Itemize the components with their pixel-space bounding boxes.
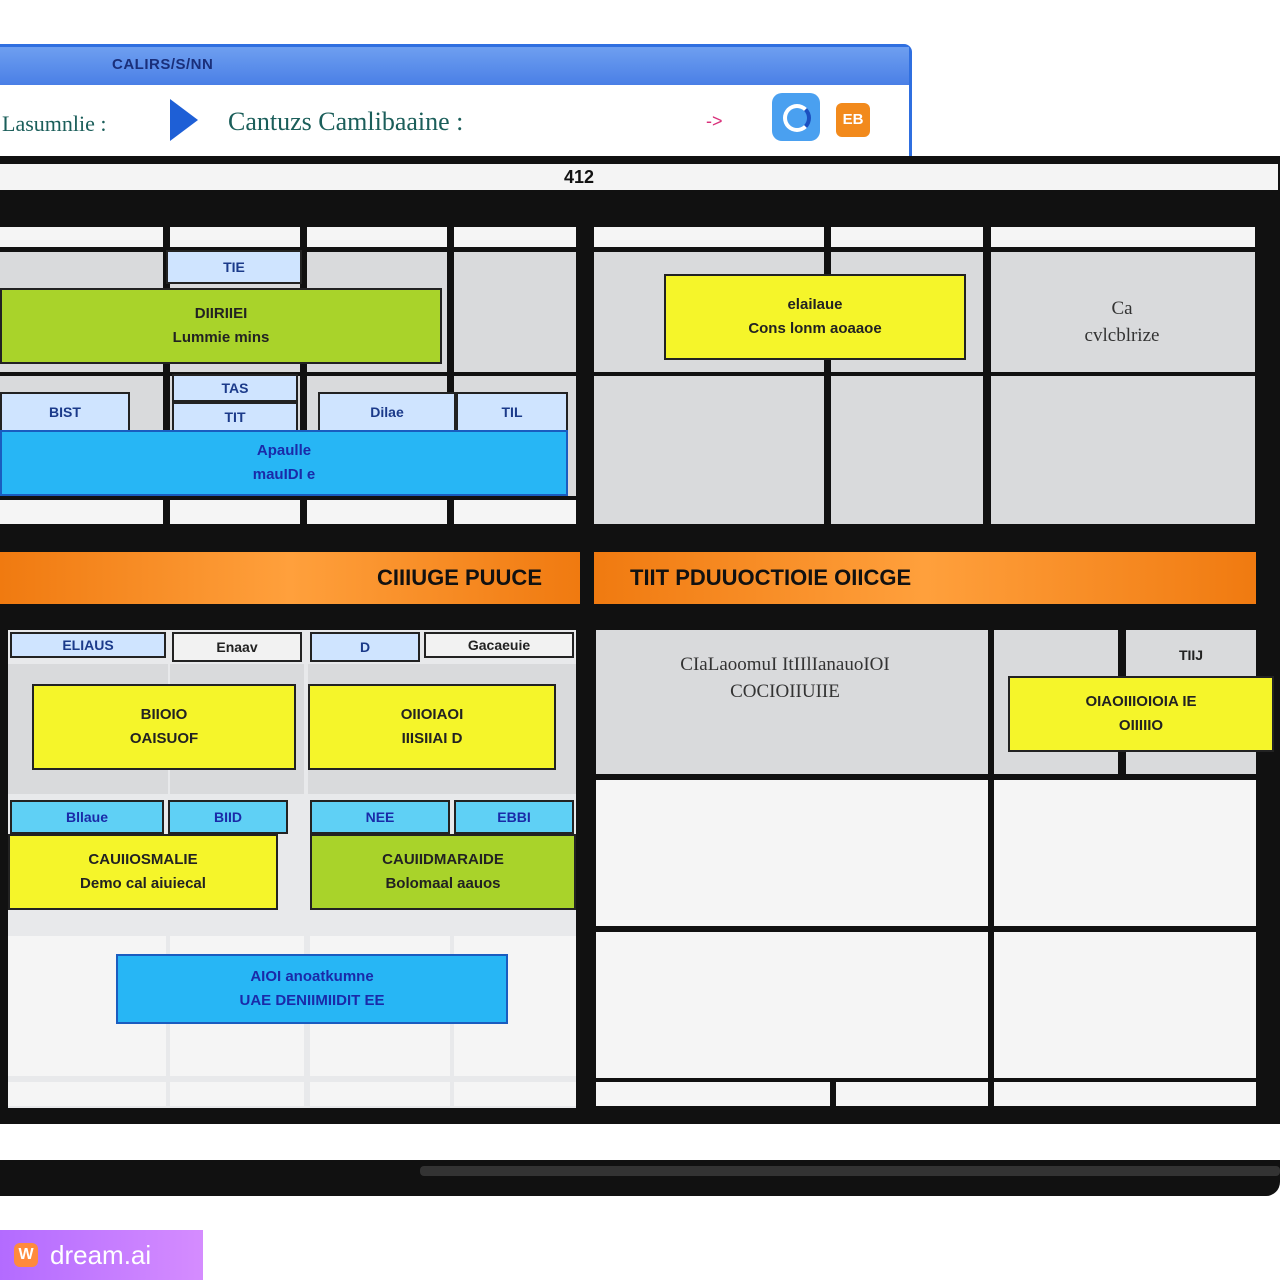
breadcrumb: Lasumnlie : Cantuzs Camlibaaine : -> EB xyxy=(0,85,909,157)
section-header-left[interactable]: CIIIUGE PUUCE xyxy=(0,552,580,604)
cell-note: Ca cvlcblrize xyxy=(1010,296,1234,349)
grid-cell[interactable] xyxy=(454,1082,576,1106)
grid-cell[interactable] xyxy=(307,227,447,247)
grid-cell[interactable] xyxy=(0,227,163,247)
column-header[interactable]: ELIAUS xyxy=(10,632,166,658)
event-card-yellow[interactable]: OIAOIIIOIOIA IE OIIIIIO xyxy=(1008,676,1274,752)
event-title: AIOI anoatkumne xyxy=(250,968,374,985)
event-subtitle: Demo cal aiuiecal xyxy=(80,875,206,892)
grid-cell[interactable] xyxy=(170,1082,304,1106)
grid-cell[interactable] xyxy=(836,1082,988,1106)
grid-cell[interactable] xyxy=(596,932,988,1078)
watermark: W dream.ai xyxy=(0,1230,203,1280)
grid-cell[interactable] xyxy=(594,227,824,247)
grid-cell[interactable] xyxy=(991,376,1255,524)
cell-note-line: CIaLaoomuI ItIIlIanauoIOI xyxy=(680,654,890,675)
event-tag[interactable]: TIIJ xyxy=(1128,638,1254,672)
grid-cell[interactable] xyxy=(8,1082,166,1106)
event-subtitle: mauIDI e xyxy=(252,466,316,483)
title-bar: CALIRS/S/NN xyxy=(0,47,909,85)
event-subtitle: OIIIIIO xyxy=(1118,717,1164,734)
grid-cell[interactable] xyxy=(454,227,576,247)
grid-cell[interactable] xyxy=(831,376,983,524)
event-card-cyan[interactable]: AIOI anoatkumne UAE DENIIMIIDIT EE xyxy=(116,954,508,1024)
event-title: elaiIaue xyxy=(787,296,843,313)
window-title: CALIRS/S/NN xyxy=(112,56,214,73)
grid-cell[interactable] xyxy=(596,1082,830,1106)
breadcrumb-item-1[interactable]: Lasumnlie : xyxy=(2,111,106,137)
breadcrumb-item-2[interactable]: Cantuzs Camlibaaine : xyxy=(228,107,463,137)
grid-cell[interactable] xyxy=(994,1082,1256,1106)
tablet-top-bar: 412 xyxy=(0,164,1278,190)
event-card-cyan[interactable]: Apaulle mauIDI e xyxy=(0,430,568,496)
cell-note-line: COCIOIIUIIE xyxy=(730,680,840,702)
grid-cell[interactable] xyxy=(310,1082,450,1106)
orange-extension-icon[interactable]: EB xyxy=(836,103,870,137)
dream-logo-icon: W xyxy=(14,1243,38,1267)
cell-note-line: Ca xyxy=(1111,298,1133,319)
grid-cell[interactable] xyxy=(596,780,988,926)
event-subtitle: UAE DENIIMIIDIT EE xyxy=(239,992,385,1009)
event-subtitle: Cons lonm aoaaoe xyxy=(748,320,882,337)
event-card-yellow[interactable]: CAUIIOSMALIE Demo cal aiuiecal xyxy=(8,834,278,910)
event-tag[interactable]: Dilae xyxy=(318,392,456,432)
chevron-right-icon xyxy=(170,99,198,141)
column-header[interactable]: D xyxy=(310,632,420,662)
event-subtitle: Bolomaal aauos xyxy=(385,875,501,892)
event-tag[interactable]: TIE xyxy=(166,250,302,284)
event-tag[interactable]: Bllaue xyxy=(10,800,164,834)
grid-cell[interactable] xyxy=(454,500,576,524)
event-card-yellow[interactable]: BIIOIO OAISUOF xyxy=(32,684,296,770)
grid-cell[interactable] xyxy=(170,500,300,524)
event-card-yellow[interactable]: elaiIaue Cons lonm aoaaoe xyxy=(664,274,966,360)
grid-cell[interactable] xyxy=(994,932,1256,1078)
tablet-edge xyxy=(420,1166,1280,1176)
event-title: OIAOIIIOIOIA IE xyxy=(1085,693,1197,710)
event-title: OIIOIAOI xyxy=(400,706,464,723)
event-card-green[interactable]: CAUIIDMARAIDE Bolomaal aauos xyxy=(310,834,576,910)
event-subtitle: IIISIIAI D xyxy=(401,730,463,747)
tablet-top-label: 412 xyxy=(564,167,595,187)
column-header[interactable]: Enaav xyxy=(172,632,302,662)
cell-note: CIaLaoomuI ItIIlIanauoIOI COCIOIIUIIE xyxy=(620,652,950,705)
section-header-right[interactable]: TIIT PDUUOCTIOIE OIICGE xyxy=(594,552,1256,604)
browser-window: CALIRS/S/NN Lasumnlie : Cantuzs Camlibaa… xyxy=(0,44,912,157)
forward-arrow-icon[interactable]: -> xyxy=(706,111,723,132)
event-title: DIIRIIEI xyxy=(194,305,248,322)
event-tag[interactable]: TIT xyxy=(172,402,298,432)
grid-cell[interactable] xyxy=(991,227,1255,247)
tablet-device: 412 TIE DIIRIIEI Lummie mins TAS BIST TI… xyxy=(0,156,1280,1196)
event-card-yellow[interactable]: OIIOIAOI IIISIIAI D xyxy=(308,684,556,770)
column-header[interactable]: Gacaeuie xyxy=(424,632,574,658)
planner-screen: TIE DIIRIIEI Lummie mins TAS BIST TIT Di… xyxy=(0,224,1274,1116)
grid-cell[interactable] xyxy=(594,376,824,524)
event-subtitle: OAISUOF xyxy=(129,730,199,747)
cell-note-line: cvlcblrize xyxy=(1084,324,1160,346)
grid-cell[interactable] xyxy=(831,227,983,247)
grid-cell[interactable] xyxy=(170,227,300,247)
grid-cell[interactable] xyxy=(454,252,576,372)
event-tag[interactable]: BIID xyxy=(168,800,288,834)
grid-cell[interactable] xyxy=(0,500,163,524)
event-title: BIIOIO xyxy=(140,706,188,723)
grid-cell[interactable] xyxy=(994,780,1256,926)
swirl-extension-icon[interactable] xyxy=(772,93,820,141)
grid-cell[interactable] xyxy=(307,500,447,524)
event-title: Apaulle xyxy=(256,442,312,459)
event-tag[interactable]: EBBI xyxy=(454,800,574,834)
event-tag[interactable]: NEE xyxy=(310,800,450,834)
event-tag[interactable]: BIST xyxy=(0,392,130,432)
event-card-green[interactable]: DIIRIIEI Lummie mins xyxy=(0,288,442,364)
event-subtitle: Lummie mins xyxy=(172,329,270,346)
tablet-bottom-bar xyxy=(0,1124,1280,1160)
event-title: CAUIIDMARAIDE xyxy=(382,851,504,868)
event-title: CAUIIOSMALIE xyxy=(88,851,198,868)
watermark-text: dream.ai xyxy=(50,1240,152,1270)
event-tag[interactable]: TIL xyxy=(456,392,568,432)
event-tag[interactable]: TAS xyxy=(172,374,298,402)
